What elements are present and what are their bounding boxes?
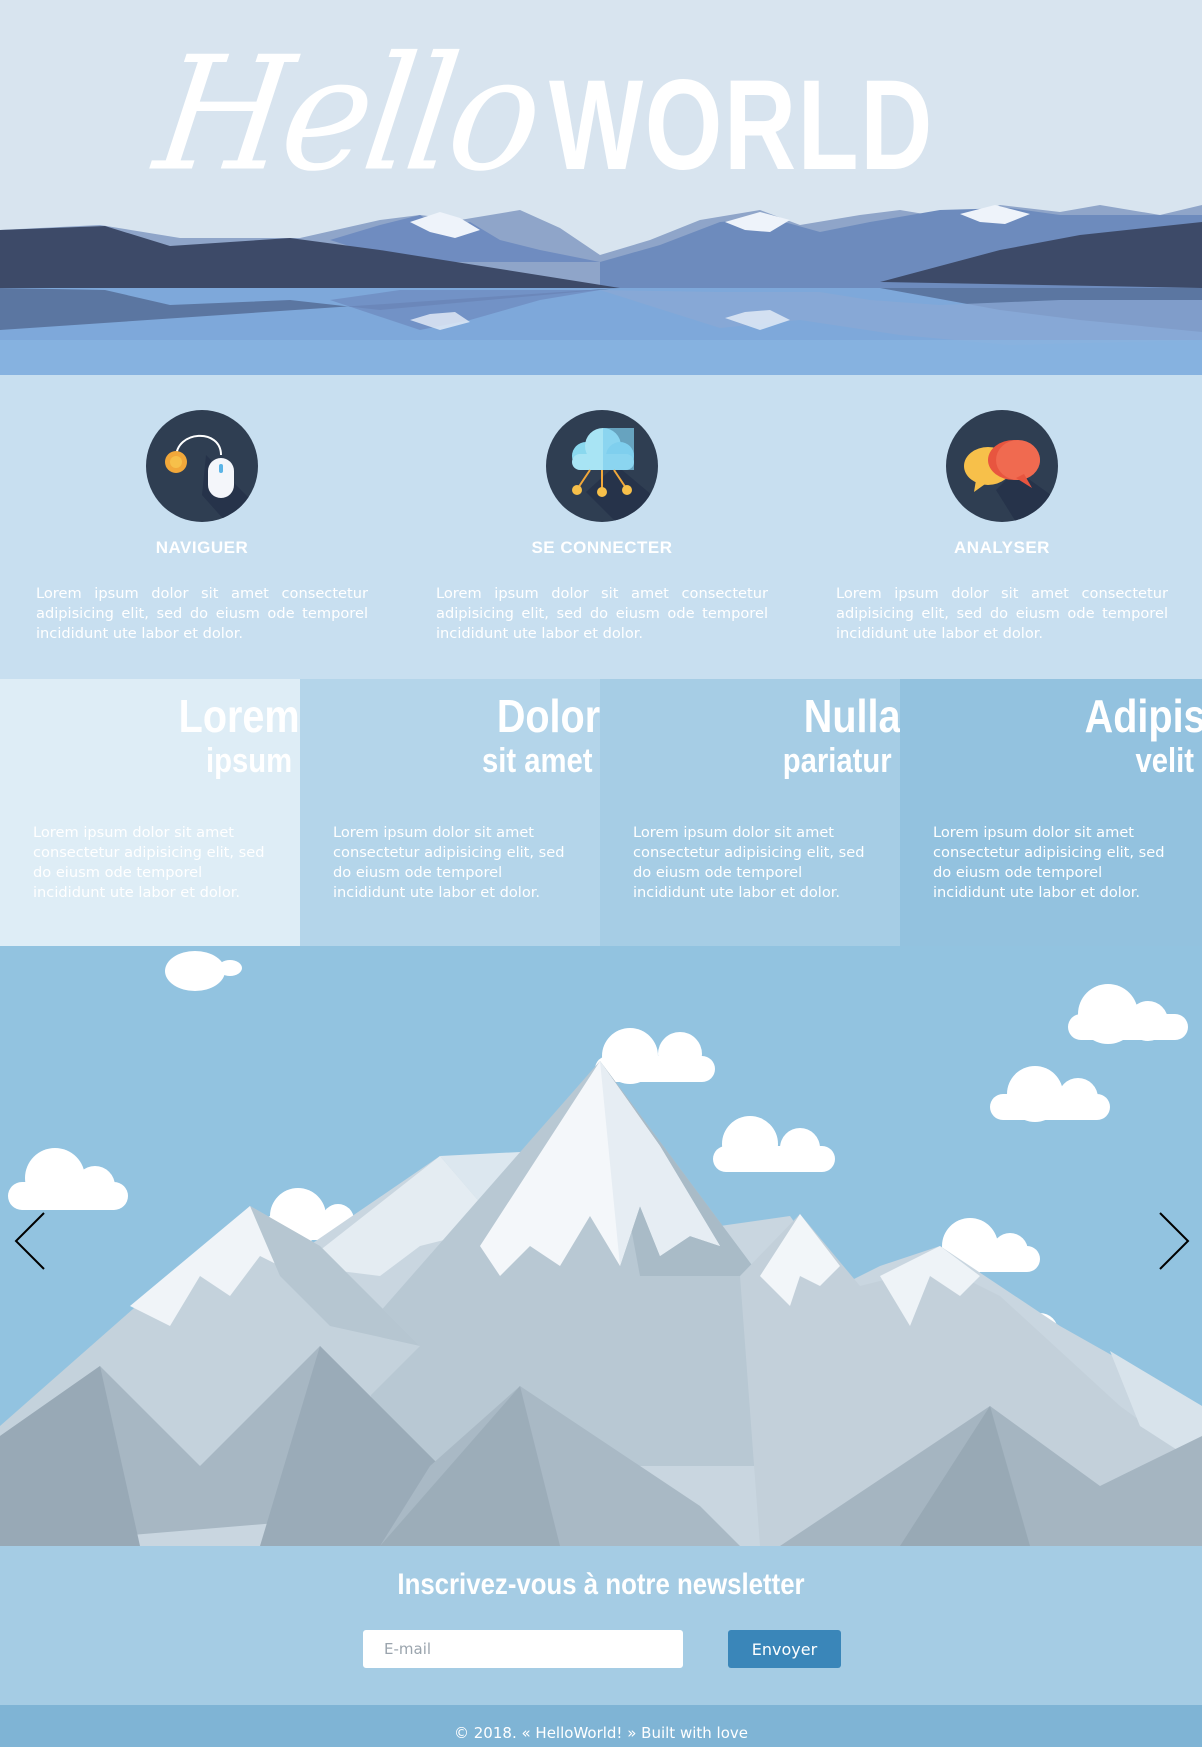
info-column-nulla: Nulla pariatur Lorem ipsum dolor sit ame…: [600, 679, 900, 946]
chevron-left-icon: [14, 1212, 45, 1270]
info-column-lorem: Lorem ipsum Lorem ipsum dolor sit amet c…: [0, 679, 300, 946]
column-heading: Dolor: [496, 690, 600, 742]
site-title: Hello WORLD: [0, 24, 1202, 207]
column-text: Lorem ipsum dolor sit amet consectetur a…: [33, 824, 265, 901]
column-subheading: velit: [1135, 742, 1194, 780]
feature-analyser: ANALYSER Lorem ipsum dolor sit amet cons…: [836, 410, 1168, 644]
hero-banner: Hello WORLD: [0, 0, 1202, 375]
info-columns: Lorem ipsum Lorem ipsum dolor sit amet c…: [0, 679, 1202, 946]
feature-text: Lorem ipsum dolor sit amet consectetur a…: [36, 585, 368, 642]
column-subheading: pariatur: [783, 742, 892, 780]
column-subheading: ipsum: [205, 742, 292, 780]
title-bold-word: WORLD: [549, 54, 935, 197]
info-column-adipis: Adipis velit Lorem ipsum dolor sit amet …: [900, 679, 1202, 946]
column-heading: Nulla: [803, 690, 900, 742]
subscribe-button[interactable]: Envoyer: [728, 1630, 841, 1668]
column-text: Lorem ipsum dolor sit amet consectetur a…: [333, 824, 565, 901]
feature-title: NAVIGUER: [155, 538, 249, 557]
copyright-text: © 2018. « HelloWorld! » Built with love: [454, 1724, 748, 1742]
email-input[interactable]: [363, 1630, 683, 1668]
mouse-coin-icon: [146, 410, 258, 522]
column-subheading: sit amet: [481, 742, 592, 780]
slider-next-button[interactable]: [1152, 1211, 1192, 1271]
feature-title: ANALYSER: [954, 538, 1050, 557]
newsletter-section: Inscrivez-vous à notre newsletter Envoye…: [0, 1546, 1202, 1705]
feature-text: Lorem ipsum dolor sit amet consectetur a…: [836, 585, 1168, 642]
feature-se-connecter: SE CONNECTER Lorem ipsum dolor sit amet …: [436, 410, 768, 644]
page: Hello WORLD NAVIGUER Lorem ipsum dolor s…: [0, 0, 1202, 1747]
chevron-right-icon: [1159, 1212, 1190, 1270]
column-text: Lorem ipsum dolor sit amet consectetur a…: [933, 824, 1165, 901]
info-column-dolor: Dolor sit amet Lorem ipsum dolor sit ame…: [300, 679, 600, 946]
snowy-mountains-illustration: [0, 946, 1202, 1546]
column-heading: Lorem: [179, 690, 300, 742]
footer: © 2018. « HelloWorld! » Built with love: [0, 1705, 1202, 1747]
slider-prev-button[interactable]: [12, 1211, 52, 1271]
column-heading: Adipis: [1085, 690, 1202, 742]
newsletter-title: Inscrivez-vous à notre newsletter: [397, 1568, 805, 1601]
chat-bubbles-icon: [946, 410, 1058, 522]
feature-text: Lorem ipsum dolor sit amet consectetur a…: [436, 585, 768, 642]
features-section: NAVIGUER Lorem ipsum dolor sit amet cons…: [0, 375, 1202, 679]
title-script-word: Hello: [146, 23, 548, 207]
column-text: Lorem ipsum dolor sit amet consectetur a…: [633, 824, 865, 901]
feature-title: SE CONNECTER: [531, 538, 673, 557]
mountain-slider[interactable]: [0, 946, 1202, 1546]
cloud-network-icon: [546, 410, 658, 522]
feature-naviguer: NAVIGUER Lorem ipsum dolor sit amet cons…: [36, 410, 368, 644]
